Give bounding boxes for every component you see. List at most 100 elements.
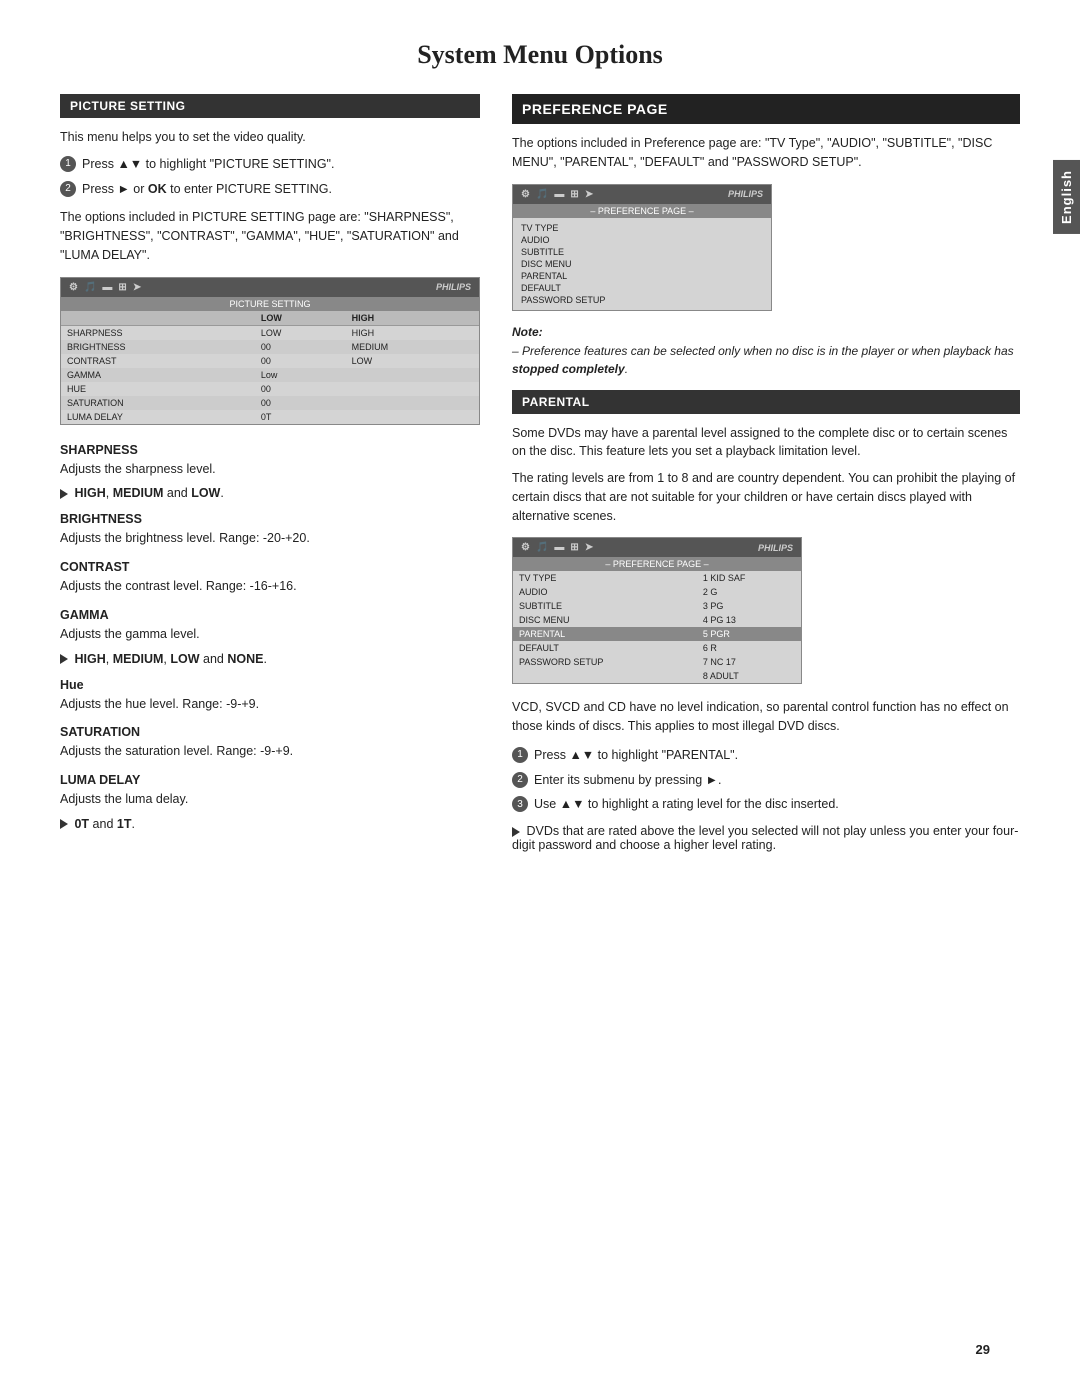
ps-col-high: HIGH [346, 311, 479, 326]
parental-row-empty [513, 669, 697, 683]
ps-row-saturation-val: 00 [255, 396, 346, 410]
arrow-icon [60, 489, 68, 499]
ps-row-brightness-val2: MEDIUM [346, 340, 479, 354]
ps-row-sharpness-high: HIGH [346, 325, 479, 340]
parental-step-2-num: 2 [512, 772, 528, 788]
ps-row-sharpness-label: SHARPNESS [61, 325, 255, 340]
sharpness-title: SHARPNESS [60, 443, 480, 457]
preference-table: ⚙ 🎵 ▬ ⊞ ➤ PHILIPS – PREFERENCE PAGE – TV… [512, 184, 772, 311]
table-row: SUBTITLE 3 PG [513, 599, 801, 613]
contrast-title: CONTRAST [60, 560, 480, 574]
table-row: AUDIO 2 G [513, 585, 801, 599]
vcd-note: VCD, SVCD and CD have no level indicatio… [512, 698, 1020, 736]
sharpness-options: HIGH, MEDIUM and LOW. [60, 486, 480, 500]
right-column: PREFERENCE PAGE The options included in … [512, 94, 1020, 855]
parental-para2: The rating levels are from 1 to 8 and ar… [512, 469, 1020, 525]
parental-para1: Some DVDs may have a parental level assi… [512, 424, 1020, 462]
list-item: DISC MENU [521, 258, 763, 270]
note-title: Note: [512, 325, 1020, 339]
luma-delay-section: LUMA DELAY Adjusts the luma delay. 0T an… [60, 773, 480, 831]
list-item: PARENTAL [521, 270, 763, 282]
brightness-title: BRIGHTNESS [60, 512, 480, 526]
ps-row-contrast-val: 00 [255, 354, 346, 368]
ps-row-gamma-val2 [346, 368, 479, 382]
table-row: 8 ADULT [513, 669, 801, 683]
picture-setting-body: The options included in PICTURE SETTING … [60, 208, 480, 264]
pref-table-body: TV TYPE AUDIO SUBTITLE DISC MENU PARENTA… [513, 218, 771, 310]
parental-row-tvtype: TV TYPE [513, 571, 697, 585]
step-2-num: 2 [60, 181, 76, 197]
picture-setting-intro: This menu helps you to set the video qua… [60, 128, 480, 147]
parental-row-kidsaf: 1 KID SAF [697, 571, 801, 585]
hue-desc: Adjusts the hue level. Range: -9-+9. [60, 695, 480, 714]
parental-row-pg: 3 PG [697, 599, 801, 613]
sharpness-section: SHARPNESS Adjusts the sharpness level. H… [60, 443, 480, 501]
saturation-title: SATURATION [60, 725, 480, 739]
philips-logo-parental: PHILIPS [758, 543, 793, 553]
ps-table-header: ⚙ 🎵 ▬ ⊞ ➤ PHILIPS [61, 278, 479, 297]
luma-delay-options: 0T and 1T. [60, 817, 480, 831]
sharpness-desc: Adjusts the sharpness level. [60, 460, 480, 479]
ps-col-low: LOW [255, 311, 346, 326]
ps-row-hue-val: 00 [255, 382, 346, 396]
list-item: SUBTITLE [521, 246, 763, 258]
table-row: LUMA DELAY 0T [61, 410, 479, 424]
luma-delay-title: LUMA DELAY [60, 773, 480, 787]
parental-table-content: TV TYPE 1 KID SAF AUDIO 2 G SUBTITLE 3 P… [513, 571, 801, 683]
table-row: BRIGHTNESS 00 MEDIUM [61, 340, 479, 354]
list-item: DEFAULT [521, 282, 763, 294]
saturation-desc: Adjusts the saturation level. Range: -9-… [60, 742, 480, 761]
gamma-title: GAMMA [60, 608, 480, 622]
parental-row-pgr: 5 PGR [697, 627, 801, 641]
brightness-section: BRIGHTNESS Adjusts the brightness level.… [60, 512, 480, 548]
parental-step-2-text: Enter its submenu by pressing ►. [534, 771, 721, 790]
ps-row-hue-val2 [346, 382, 479, 396]
step-1-text: Press ▲▼ to highlight "PICTURE SETTING". [82, 155, 334, 174]
parental-steps: 1 Press ▲▼ to highlight "PARENTAL". 2 En… [512, 746, 1020, 814]
pref-table-icons: ⚙ 🎵 ▬ ⊞ ➤ [521, 189, 593, 200]
parental-step-1-text: Press ▲▼ to highlight "PARENTAL". [534, 746, 738, 765]
gamma-options: HIGH, MEDIUM, LOW and NONE. [60, 652, 480, 666]
arrow-icon [60, 819, 68, 829]
gamma-desc: Adjusts the gamma level. [60, 625, 480, 644]
list-item: TV TYPE [521, 222, 763, 234]
ps-row-gamma-label: GAMMA [61, 368, 255, 382]
parental-row-parental: PARENTAL [513, 627, 697, 641]
ps-row-contrast-val2: LOW [346, 354, 479, 368]
ps-row-contrast-label: CONTRAST [61, 354, 255, 368]
ps-row-luma-val: 0T [255, 410, 346, 424]
ps-row-brightness-val: 00 [255, 340, 346, 354]
parental-row-audio: AUDIO [513, 585, 697, 599]
parental-row-g: 2 G [697, 585, 801, 599]
saturation-section: SATURATION Adjusts the saturation level.… [60, 725, 480, 761]
contrast-section: CONTRAST Adjusts the contrast level. Ran… [60, 560, 480, 596]
table-row: DISC MENU 4 PG 13 [513, 613, 801, 627]
table-row: HUE 00 [61, 382, 479, 396]
arrow-icon [60, 654, 68, 664]
step-2-text: Press ► or OK to enter PICTURE SETTING. [82, 180, 332, 199]
list-item: AUDIO [521, 234, 763, 246]
parental-row-subtitle: SUBTITLE [513, 599, 697, 613]
ps-row-saturation-val2 [346, 396, 479, 410]
luma-delay-desc: Adjusts the luma delay. [60, 790, 480, 809]
parental-table-header: ⚙ 🎵 ▬ ⊞ ➤ PHILIPS [513, 538, 801, 557]
ps-row-hue-label: HUE [61, 382, 255, 396]
note-text: – Preference features can be selected on… [512, 342, 1020, 378]
table-row: DEFAULT 6 R [513, 641, 801, 655]
ps-row-sharpness-low: LOW [255, 325, 346, 340]
table-row: SATURATION 00 [61, 396, 479, 410]
ps-table-icons: ⚙ 🎵 ▬ ⊞ ➤ [69, 282, 141, 293]
picture-setting-header: PICTURE SETTING [60, 94, 480, 118]
table-row-highlighted: PARENTAL 5 PGR [513, 627, 801, 641]
note-box: Note: – Preference features can be selec… [512, 325, 1020, 378]
parental-row-r: 6 R [697, 641, 801, 655]
parental-row-adult: 8 ADULT [697, 669, 801, 683]
ps-row-brightness-label: BRIGHTNESS [61, 340, 255, 354]
parental-table-body: TV TYPE 1 KID SAF AUDIO 2 G SUBTITLE 3 P… [513, 571, 801, 683]
table-row: TV TYPE 1 KID SAF [513, 571, 801, 585]
parental-table-icons: ⚙ 🎵 ▬ ⊞ ➤ [521, 542, 593, 553]
ps-col-name [61, 311, 255, 326]
philips-logo-pref: PHILIPS [728, 189, 763, 199]
parental-table-sub: – PREFERENCE PAGE – [513, 557, 801, 571]
parental-row-nc17: 7 NC 17 [697, 655, 801, 669]
